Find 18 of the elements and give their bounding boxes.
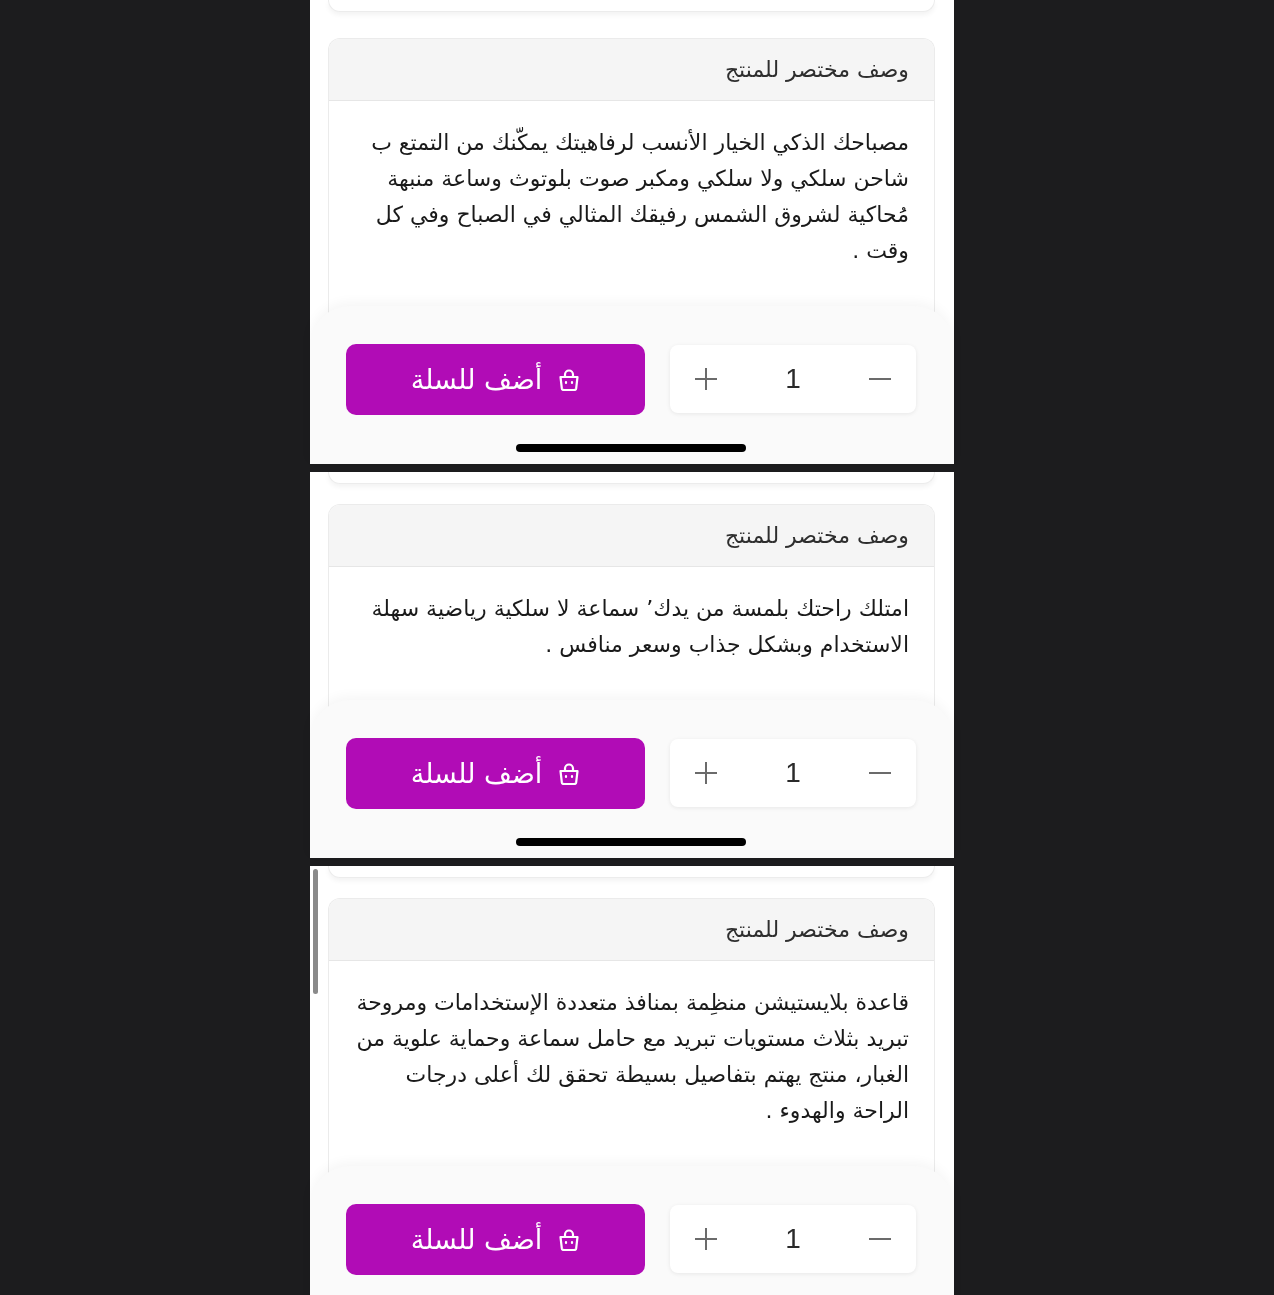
- plus-icon[interactable]: [694, 367, 718, 391]
- product-description: قاعدة بلايستيشن منظِمة بمنافذ متعددة الإستخدامات ومروحة تبريد بثلاث مستويات تبريد مع حامل سماعة وحماية علوية من الغبار، منتج يهتم بتفاصيل بسيطة تحقق لك أعلى درجات الراحة والهدوء .: [355, 989, 909, 1125]
- product-description: امتلك راحتك بلمسة من يدك’ سماعة لا سلكية رياضية سهلة الاستخدام وبشكل جذاب وسعر منافس .: [370, 595, 909, 659]
- section-title: وصف مختصر للمنتج: [724, 55, 909, 84]
- shopping-bag-icon: [558, 1227, 581, 1252]
- quantity-value: 1: [785, 363, 801, 395]
- section-title: وصف مختصر للمنتج: [724, 521, 909, 550]
- add-to-cart-button[interactable]: أضف للسلة: [346, 1204, 645, 1275]
- section-title: وصف مختصر للمنتج: [724, 915, 909, 944]
- shopping-bag-icon: [558, 367, 581, 392]
- plus-icon[interactable]: [694, 761, 718, 785]
- quantity-value: 1: [785, 1223, 801, 1255]
- product-description: مصباحك الذكي الخيار الأنسب لرفاهيتك يمكّنك من التمتع ب شاحن سلكي ولا سلكي ومكبر صوت بلوتوث وساعة منبهة مُحاكية لشروق الشمس رفيقك المثالي في الصباح وفي كل وقت .: [354, 125, 909, 269]
- shopping-bag-icon: [558, 761, 581, 786]
- add-to-cart-button[interactable]: أضف للسلة: [346, 738, 645, 809]
- add-to-cart-button[interactable]: أضف للسلة: [346, 344, 645, 415]
- plus-icon[interactable]: [694, 1227, 718, 1251]
- quantity-value: 1: [785, 757, 801, 789]
